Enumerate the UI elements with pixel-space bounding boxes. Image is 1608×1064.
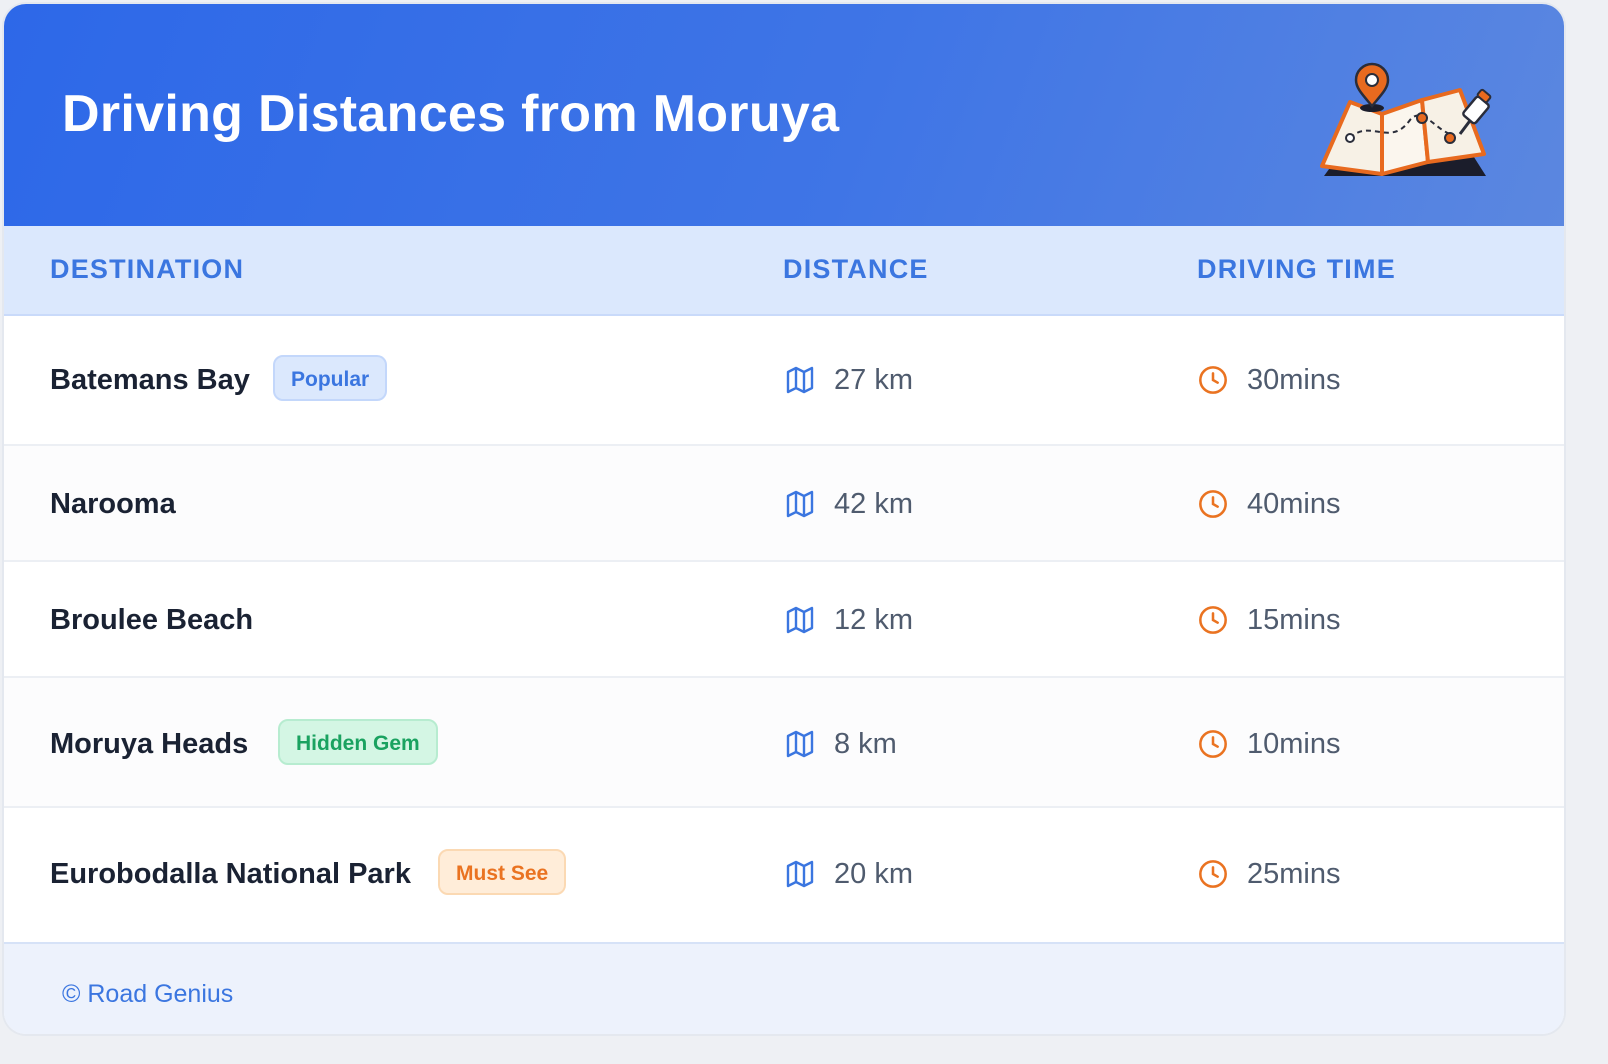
table-header: DESTINATION DISTANCE DRIVING TIME xyxy=(4,226,1564,316)
destination-name: Moruya Heads xyxy=(50,728,249,760)
table-row: Narooma 42 km 40mins xyxy=(4,446,1564,562)
column-header-destination: DESTINATION xyxy=(50,254,245,284)
driving-time-value: 30mins xyxy=(1247,364,1341,396)
header-banner: Driving Distances from Moruya xyxy=(4,4,1564,226)
footer: © Road Genius xyxy=(4,942,1564,1034)
popular-badge: Popular xyxy=(273,355,388,401)
destination-name: Batemans Bay xyxy=(50,364,250,396)
distance-card: Driving Distances from Moruya DESTINATIO… xyxy=(4,4,1564,1034)
footer-copyright: © Road Genius xyxy=(62,980,234,1008)
driving-time-value: 10mins xyxy=(1247,728,1341,760)
table-row: Eurobodalla National Park Must See 20 km… xyxy=(4,808,1564,940)
hidden-gem-badge: Hidden Gem xyxy=(278,719,438,765)
clock-icon xyxy=(1199,860,1227,888)
clock-icon xyxy=(1199,606,1227,634)
driving-time-value: 25mins xyxy=(1247,858,1341,890)
driving-time-value: 15mins xyxy=(1247,604,1341,636)
column-header-distance: DISTANCE xyxy=(783,254,929,284)
map-icon xyxy=(786,490,814,518)
distance-value: 8 km xyxy=(834,728,897,760)
map-icon xyxy=(786,606,814,634)
driving-time-value: 40mins xyxy=(1247,488,1341,520)
destination-name: Broulee Beach xyxy=(50,604,254,636)
map-icon xyxy=(786,730,814,758)
distance-value: 27 km xyxy=(834,364,913,396)
map-icon xyxy=(786,860,814,888)
destination-name: Eurobodalla National Park xyxy=(50,858,411,890)
distance-value: 12 km xyxy=(834,604,913,636)
table-row: Broulee Beach 12 km 15mins xyxy=(4,562,1564,678)
must-see-badge: Must See xyxy=(438,849,567,895)
map-icon xyxy=(786,366,814,394)
column-header-driving-time: DRIVING TIME xyxy=(1197,254,1396,284)
table-row: Batemans Bay Popular 27 km 30mins xyxy=(4,316,1564,446)
distance-value: 42 km xyxy=(834,488,913,520)
map-with-pins-icon xyxy=(1320,62,1492,176)
table-row: Moruya Heads Hidden Gem 8 km 10mins xyxy=(4,678,1564,808)
distance-value: 20 km xyxy=(834,858,913,890)
destination-name: Narooma xyxy=(50,488,176,520)
page-title: Driving Distances from Moruya xyxy=(62,85,840,143)
clock-icon xyxy=(1199,366,1227,394)
clock-icon xyxy=(1199,730,1227,758)
clock-icon xyxy=(1199,490,1227,518)
